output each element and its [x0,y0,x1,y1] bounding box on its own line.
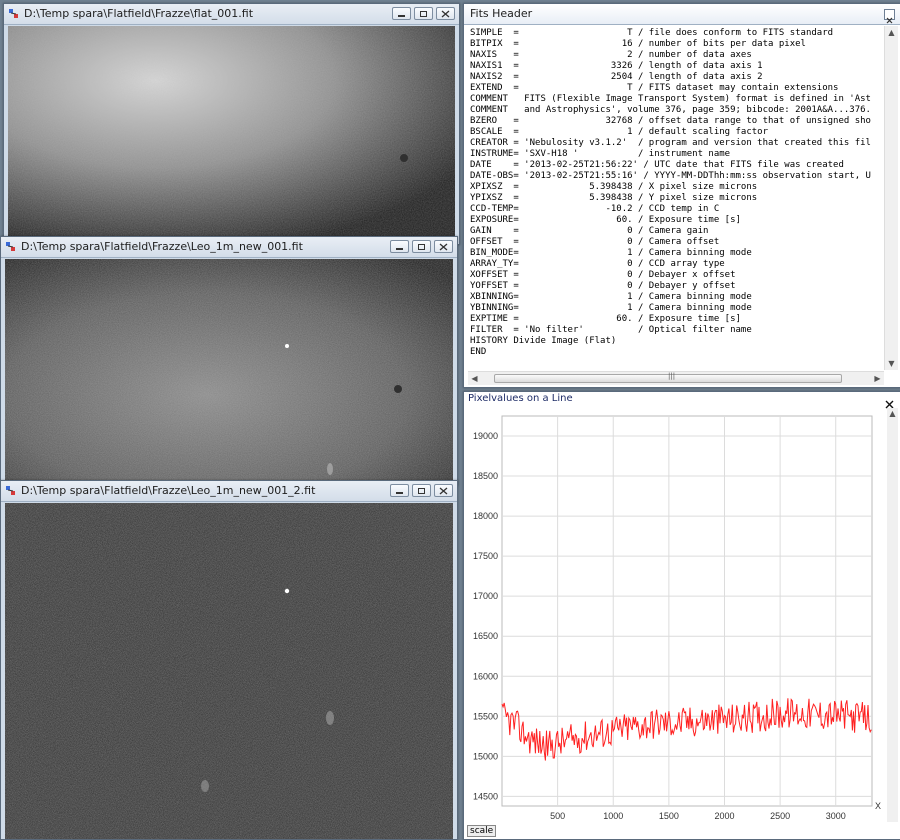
flat-image-window[interactable]: D:\Temp spara\Flatfield\Frazze\flat_001.… [3,3,460,245]
y-tick-label: 14500 [473,791,498,801]
fits-header-line: COMMENT and Astrophysics', volume 376, p… [470,105,871,115]
fits-header-line: XBINNING= 1 / Camera binning mode [470,292,752,302]
leo-corrected-image[interactable] [5,503,453,839]
fits-header-line: INSTRUME= 'SXV-H18 ' / instrument name [470,149,731,159]
close-icon[interactable] [885,394,896,409]
x-tick-label: 500 [550,811,565,821]
leo-window-titlebar[interactable]: D:\Temp spara\Flatfield\Frazze\Leo_1m_ne… [1,237,457,258]
close-icon[interactable] [436,7,455,20]
close-icon[interactable] [434,484,453,497]
fits-header-line: NAXIS = 2 / number of data axes [470,50,752,60]
fits-header-window[interactable]: Fits Header SIMPLE = T / file does confo… [463,3,900,388]
leo-image[interactable] [5,259,453,485]
close-icon[interactable] [434,240,453,253]
fits-header-line: BZERO = 32768 / offset data range to tha… [470,116,871,126]
y-tick-label: 15000 [473,751,498,761]
flat-window-title: D:\Temp spara\Flatfield\Frazze\flat_001.… [24,7,254,20]
fits-header-line: DATE = '2013-02-25T21:56:22' / UTC date … [470,160,844,170]
x-tick-label: 2000 [714,811,734,821]
fits-header-line: EXPOSURE= 60. / Exposure time [s] [470,215,741,225]
y-tick-label: 16500 [473,631,498,641]
vertical-scrollbar[interactable]: ▲ ▼ [884,26,898,370]
y-tick-label: 16000 [473,671,498,681]
y-tick-label: 18000 [473,511,498,521]
x-tick-label: 2500 [770,811,790,821]
scroll-left-icon[interactable]: ◀ [468,372,481,385]
fits-header-titlebar[interactable]: Fits Header [464,4,900,25]
horizontal-scroll-thumb[interactable]: ||| [494,372,842,383]
fits-header-line: SIMPLE = T / file does conform to FITS s… [470,28,834,38]
minimize-icon[interactable] [390,484,409,497]
leo-image-window[interactable]: D:\Temp spara\Flatfield\Frazze\Leo_1m_ne… [0,236,458,486]
fits-header-line: EXPTIME = 60. / Exposure time [s] [470,314,741,324]
fits-header-line: DATE-OBS= '2013-02-25T21:55:16' / YYYY-M… [470,171,871,181]
maximize-icon[interactable] [412,240,431,253]
fits-header-line: BSCALE = 1 / default scaling factor [470,127,769,137]
fits-app-icon [6,486,15,495]
scroll-right-icon[interactable]: ▶ [871,372,884,385]
fits-header-line: COMMENT FITS (Flexible Image Transport S… [470,94,871,104]
fits-header-line: CREATOR = 'Nebulosity v3.1.2' / program … [470,138,871,148]
x-axis-marker: X [875,801,881,811]
fits-header-line: FILTER = 'No filter' / Optical filter na… [470,325,752,335]
leo-window-title: D:\Temp spara\Flatfield\Frazze\Leo_1m_ne… [21,240,303,253]
fits-header-line: EXTEND = T / FITS dataset may contain ex… [470,83,839,93]
horizontal-scrollbar[interactable]: ◀ ||| ▶ [468,371,884,385]
fits-header-line: ARRAY_TY= 0 / CCD array type [470,259,725,269]
pixel-values-window[interactable]: Pixelvalues on a Line 14500 15000 15500 160… [463,391,900,840]
fits-header-line: YOFFSET = 0 / Debayer y offset [470,281,736,291]
scroll-up-icon[interactable]: ▲ [885,26,898,39]
x-tick-label: 1500 [659,811,679,821]
vertical-scrollbar[interactable]: ▲ [887,408,898,822]
leo-corrected-window-title: D:\Temp spara\Flatfield\Frazze\Leo_1m_ne… [21,484,316,497]
fits-header-line: YBINNING= 1 / Camera binning mode [470,303,752,313]
leo-corrected-window-titlebar[interactable]: D:\Temp spara\Flatfield\Frazze\Leo_1m_ne… [1,481,457,502]
fits-header-line: OFFSET = 0 / Camera offset [470,237,720,247]
y-tick-label: 18500 [473,471,498,481]
fits-header-line: BITPIX = 16 / number of bits per data pi… [470,39,806,49]
fits-app-icon [6,242,15,251]
pixel-values-chart[interactable]: 14500 15000 15500 16000 16500 17000 17500 18000… [464,408,884,840]
leo-corrected-image-window[interactable]: D:\Temp spara\Flatfield\Frazze\Leo_1m_ne… [0,480,458,840]
fits-header-line: HISTORY Divide Image (Flat) [470,336,617,346]
fits-app-icon [9,9,18,18]
x-tick-label: 3000 [826,811,846,821]
scroll-down-icon[interactable]: ▼ [885,357,898,370]
fits-header-line: END [470,347,487,357]
close-icon[interactable] [884,9,895,24]
fits-header-line: XOFFSET = 0 / Debayer x offset [470,270,736,280]
fits-header-text: SIMPLE = T / file does conform to FITS s… [470,28,880,368]
y-tick-label: 19000 [473,431,498,441]
fits-header-line: NAXIS1 = 3326 / length of data axis 1 [470,61,763,71]
scale-button[interactable]: scale [467,825,497,837]
maximize-icon[interactable] [412,484,431,497]
y-tick-label: 17000 [473,591,498,601]
pixel-values-title: Pixelvalues on a Line [468,393,573,404]
scroll-up-icon[interactable]: ▲ [887,408,898,419]
fits-header-title: Fits Header [470,7,533,20]
flat-window-titlebar[interactable]: D:\Temp spara\Flatfield\Frazze\flat_001.… [4,4,459,25]
x-tick-label: 1000 [603,811,623,821]
y-tick-label: 17500 [473,551,498,561]
y-tick-label: 15500 [473,711,498,721]
fits-header-line: CCD-TEMP= -10.2 / CCD temp in C [470,204,720,214]
minimize-icon[interactable] [392,7,411,20]
fits-header-line: XPIXSZ = 5.398438 / X pixel size microns [470,182,758,192]
maximize-icon[interactable] [414,7,433,20]
fits-header-line: NAXIS2 = 2504 / length of data axis 2 [470,72,763,82]
pixel-values-titlebar[interactable]: Pixelvalues on a Line [464,392,900,409]
fits-header-line: BIN_MODE= 1 / Camera binning mode [470,248,752,258]
fits-header-line: GAIN = 0 / Camera gain [470,226,709,236]
scroll-thumb-grip: ||| [668,372,676,380]
flat-field-image[interactable] [8,26,455,244]
minimize-icon[interactable] [390,240,409,253]
fits-header-line: YPIXSZ = 5.398438 / Y pixel size microns [470,193,758,203]
